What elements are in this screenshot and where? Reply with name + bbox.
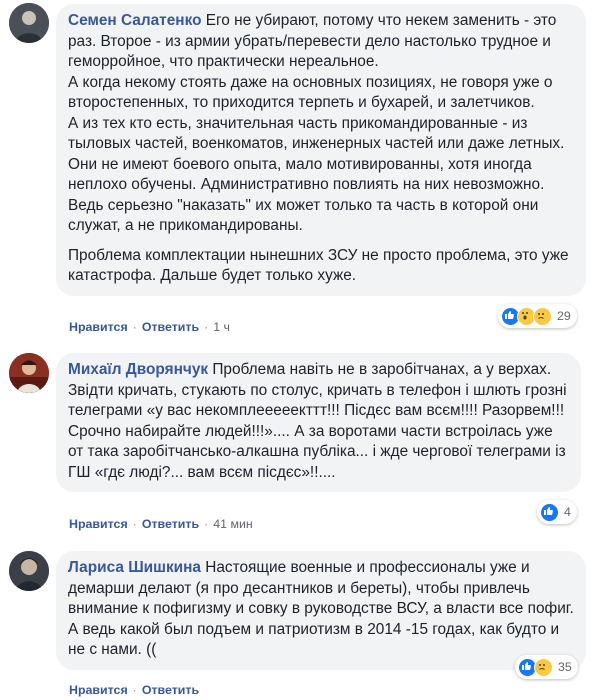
comment-bubble: Михаїл Дворянчук Проблема навіть не в за…	[56, 353, 581, 492]
timestamp[interactable]: 41 мин	[213, 517, 253, 531]
author-name[interactable]: Лариса Шишкина	[68, 559, 201, 576]
comment-actions: Нравится · Ответить · 1 ч	[69, 320, 231, 334]
sad-icon	[534, 657, 553, 677]
avatar[interactable]	[9, 353, 49, 393]
comment-text: Проблема навіть не в заробітчанах, а у в…	[68, 361, 567, 481]
reaction-summary[interactable]: 29	[498, 304, 577, 328]
like-icon	[540, 502, 559, 522]
reaction-count: 35	[558, 660, 572, 674]
sad-icon	[533, 306, 552, 326]
reaction-summary[interactable]: 4	[537, 500, 577, 524]
like-link[interactable]: Нравится	[69, 517, 128, 531]
comment-actions: Нравится · Ответить · 41 мин	[69, 517, 253, 531]
like-link[interactable]: Нравится	[69, 320, 128, 334]
reaction-count: 29	[557, 309, 571, 323]
reaction-count: 4	[564, 505, 571, 519]
timestamp[interactable]: 1 ч	[213, 320, 230, 334]
reaction-summary[interactable]: 35	[515, 655, 578, 679]
comment-bubble: Лариса Шишкина Настоящие военные и профе…	[56, 551, 586, 670]
comment-text: А когда некому стоять даже на основных п…	[68, 73, 553, 112]
reply-link[interactable]: Ответить	[142, 683, 199, 697]
author-name[interactable]: Семен Салатенко	[68, 12, 201, 29]
avatar[interactable]	[9, 551, 49, 591]
reply-link[interactable]: Ответить	[142, 320, 199, 334]
reply-link[interactable]: Ответить	[142, 517, 199, 531]
comment-actions: Нравится · Ответить	[69, 683, 200, 697]
like-link[interactable]: Нравится	[69, 683, 128, 697]
comment-text: Проблема комплектации нынешних ЗСУ не пр…	[68, 246, 569, 285]
comment-text: А из тех кто есть, значительная часть пр…	[68, 114, 565, 235]
author-name[interactable]: Михаїл Дворянчук	[68, 361, 208, 378]
avatar[interactable]	[9, 3, 49, 43]
comment-thread: Семен Салатенко Его не убирают, потому ч…	[0, 0, 605, 700]
comment-bubble: Семен Салатенко Его не убирают, потому ч…	[56, 4, 586, 296]
